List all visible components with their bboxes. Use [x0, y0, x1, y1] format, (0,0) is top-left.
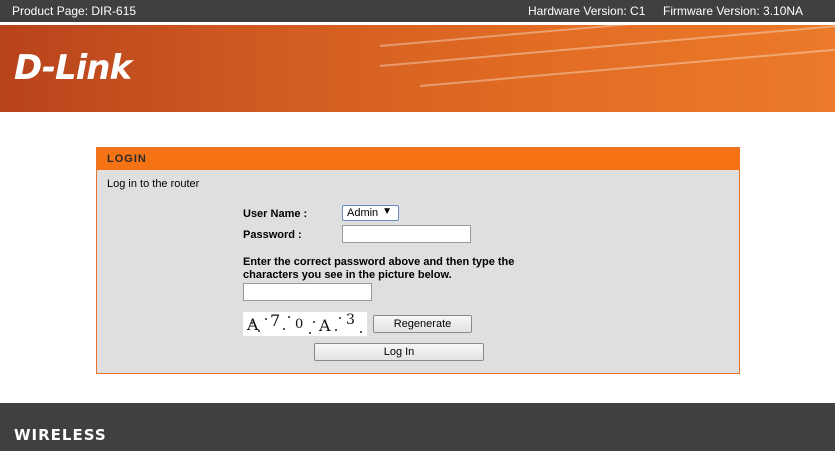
captcha-char: A [247, 315, 259, 334]
username-label: User Name : [243, 208, 308, 220]
login-button[interactable]: Log In [314, 343, 484, 361]
username-select-value: Admin [347, 207, 379, 219]
regenerate-button[interactable]: Regenerate [373, 315, 472, 333]
captcha-char: 7 [270, 312, 281, 330]
captcha-noise [360, 331, 362, 333]
hardware-version-label: Hardware Version: C1 [528, 4, 646, 18]
captcha-noise [339, 317, 341, 319]
captcha-char: 0 [295, 317, 304, 332]
username-select[interactable]: Admin ▼ [342, 205, 399, 221]
login-subtitle: Log in to the router [107, 178, 200, 190]
captcha-noise [313, 321, 315, 323]
dlink-logo: D-Link [14, 48, 132, 88]
captcha-char: 3 [346, 312, 355, 328]
top-info-bar: Product Page: DIR-615 Hardware Version: … [0, 0, 835, 22]
password-field[interactable] [342, 225, 471, 243]
wireless-logo: WIRELESS [14, 426, 107, 444]
captcha-noise [265, 318, 267, 320]
captcha-image: A 7 0 A 3 [243, 312, 367, 336]
firmware-version-label: Firmware Version: 3.10NA [663, 4, 804, 18]
footer-bar: WIRELESS [0, 403, 835, 451]
captcha-noise [283, 328, 285, 330]
header-banner: D-Link [0, 25, 835, 112]
login-panel: LOGIN Log in to the router User Name : A… [96, 147, 740, 374]
captcha-noise [335, 329, 337, 331]
captcha-instructions: Enter the correct password above and the… [243, 256, 543, 282]
banner-stripe [380, 25, 835, 67]
password-label: Password : [243, 229, 302, 241]
captcha-char: A [319, 316, 331, 335]
captcha-instructions-line1: Enter the correct password above and the… [243, 256, 515, 268]
captcha-noise [288, 316, 290, 318]
product-page-label: Product Page: DIR-615 [12, 4, 137, 18]
captcha-noise [251, 322, 253, 324]
chevron-down-icon: ▼ [382, 206, 392, 217]
captcha-noise [309, 332, 311, 334]
login-panel-title: LOGIN [97, 148, 739, 170]
banner-stripe [380, 25, 835, 47]
captcha-instructions-line2: characters you see in the picture below. [243, 269, 452, 281]
captcha-input[interactable] [243, 283, 372, 301]
banner-stripe [420, 39, 835, 87]
captcha-noise [258, 330, 260, 332]
